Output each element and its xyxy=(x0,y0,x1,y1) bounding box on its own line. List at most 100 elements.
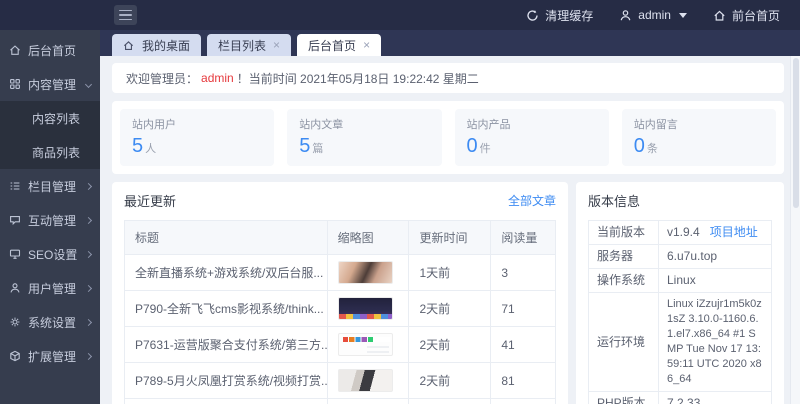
update-time: 2天前 xyxy=(409,363,491,399)
box-icon xyxy=(9,350,21,362)
version-info-table: 当前版本 v1.9.4项目地址 服务器 6.u7u.top 操作系统 Linux… xyxy=(588,220,772,404)
topbar-actions: 清理缓存 admin 前台首页 xyxy=(526,7,800,24)
stat-value: 5 xyxy=(299,135,310,157)
os-value: Linux xyxy=(659,269,772,293)
tab-my-desktop[interactable]: 我的桌面 xyxy=(112,34,201,56)
stat-value: 0 xyxy=(634,135,645,157)
project-url-link[interactable]: 项目地址 xyxy=(710,225,758,239)
stat-value: 5 xyxy=(132,135,143,157)
monitor-icon xyxy=(9,248,21,260)
view-count: 3 xyxy=(491,255,556,291)
sidebar-item-product-list[interactable]: 商品列表 xyxy=(0,135,100,169)
sidebar: 后台首页 内容管理 内容列表 商品列表 栏目管理 互动管理 SEO设置 xyxy=(0,30,100,404)
sidebar-submenu-content: 内容列表 商品列表 xyxy=(0,101,100,169)
tabbar: 我的桌面 栏目列表 × 后台首页 × xyxy=(100,30,800,56)
sidebar-toggle-button[interactable] xyxy=(114,5,137,25)
thumbnail-image xyxy=(338,369,393,392)
stat-card-products: 站内产品 0件 xyxy=(455,109,609,166)
environment-value: Linux iZzujr1m5k0z1sZ 3.10.0-1160.6.1.el… xyxy=(659,293,772,392)
username: admin xyxy=(638,8,671,22)
chevron-right-icon xyxy=(85,216,92,223)
stat-value: 0 xyxy=(467,135,478,157)
view-count: 71 xyxy=(491,291,556,327)
chevron-right-icon xyxy=(85,318,92,325)
tab-column-list[interactable]: 栏目列表 × xyxy=(207,34,291,56)
sidebar-item-seo[interactable]: SEO设置 xyxy=(0,237,100,271)
sidebar-item-users[interactable]: 用户管理 xyxy=(0,271,100,305)
tab-admin-home[interactable]: 后台首页 × xyxy=(297,34,381,56)
thumbnail-image xyxy=(338,297,393,320)
sidebar-item-dashboard[interactable]: 后台首页 xyxy=(0,33,100,67)
chevron-right-icon xyxy=(85,284,92,291)
grid-icon xyxy=(9,78,21,90)
article-title-link[interactable]: P767A-JD京东三网话费直充系统/移... xyxy=(125,399,328,404)
recent-updates-title: 最近更新 xyxy=(124,191,176,210)
sidebar-item-extensions[interactable]: 扩展管理 xyxy=(0,339,100,373)
update-time: 2天前 xyxy=(409,399,491,404)
sidebar-item-content-list[interactable]: 内容列表 xyxy=(0,101,100,135)
table-row: 当前版本 v1.9.4项目地址 xyxy=(589,221,772,245)
user-icon xyxy=(619,9,632,22)
table-row: P767A-JD京东三网话费直充系统/移... 2天前 188 xyxy=(125,399,556,404)
chevron-down-icon xyxy=(85,80,92,87)
table-header-row: 标题 缩略图 更新时间 阅读量 xyxy=(125,221,556,255)
table-row: P789-5月火凤凰打赏系统/视频打赏... 2天前 81 xyxy=(125,363,556,399)
version-value: v1.9.4 xyxy=(667,225,700,239)
update-time: 1天前 xyxy=(409,255,491,291)
version-info-panel: 版本信息 当前版本 v1.9.4项目地址 服务器 6.u7u.top 操作系统 … xyxy=(576,182,784,404)
close-icon[interactable]: × xyxy=(363,39,370,51)
thumbnail-image xyxy=(338,261,393,284)
table-row: 服务器 6.u7u.top xyxy=(589,245,772,269)
all-articles-link[interactable]: 全部文章 xyxy=(508,192,556,209)
user-icon xyxy=(9,282,21,294)
stat-card-articles: 站内文章 5篇 xyxy=(287,109,441,166)
update-time: 2天前 xyxy=(409,327,491,363)
front-home-label: 前台首页 xyxy=(732,7,780,24)
welcome-prefix: 欢迎管理员： xyxy=(126,70,198,87)
front-home-button[interactable]: 前台首页 xyxy=(713,7,780,24)
article-title-link[interactable]: P789-5月火凤凰打赏系统/视频打赏... xyxy=(125,363,328,399)
topbar: 清理缓存 admin 前台首页 xyxy=(0,0,800,30)
close-icon[interactable]: × xyxy=(273,39,280,51)
server-value: 6.u7u.top xyxy=(659,245,772,269)
table-row: P7631-运营版聚合支付系统/第三方... 2天前 41 xyxy=(125,327,556,363)
caret-down-icon xyxy=(679,13,687,18)
table-row: 操作系统 Linux xyxy=(589,269,772,293)
stat-card-users: 站内用户 5人 xyxy=(120,109,274,166)
main-content: 欢迎管理员： admin ！当前时间 2021年05月18日 19:22:42 … xyxy=(100,56,790,404)
article-title-link[interactable]: 全新直播系统+游戏系统/双后台服... xyxy=(125,255,328,291)
view-count: 188 xyxy=(491,399,556,404)
thumbnail-image xyxy=(338,333,393,356)
php-version-value: 7.2.33 xyxy=(659,392,772,404)
article-title-link[interactable]: P7631-运营版聚合支付系统/第三方... xyxy=(125,327,328,363)
page-scrollbar[interactable] xyxy=(790,56,800,404)
recent-updates-panel: 最近更新 全部文章 标题 缩略图 更新时间 阅读量 全新直播系统+游戏系统/双后… xyxy=(112,182,568,404)
stats-panel: 站内用户 5人 站内文章 5篇 站内产品 0件 站内留言 0条 xyxy=(112,101,784,174)
welcome-username-link[interactable]: admin xyxy=(201,71,234,85)
chat-icon xyxy=(9,214,21,226)
stat-card-messages: 站内留言 0条 xyxy=(622,109,776,166)
sidebar-item-system[interactable]: 系统设置 xyxy=(0,305,100,339)
home-icon xyxy=(713,9,726,22)
recent-updates-table: 标题 缩略图 更新时间 阅读量 全新直播系统+游戏系统/双后台服... 1天前 … xyxy=(124,220,556,404)
article-title-link[interactable]: P790-全新飞飞cms影视系统/think... xyxy=(125,291,328,327)
table-row: 全新直播系统+游戏系统/双后台服... 1天前 3 xyxy=(125,255,556,291)
clear-cache-label: 清理缓存 xyxy=(545,7,593,24)
clear-cache-button[interactable]: 清理缓存 xyxy=(526,7,593,24)
scrollbar-thumb[interactable] xyxy=(793,58,799,208)
list-icon xyxy=(9,180,21,192)
sidebar-item-columns[interactable]: 栏目管理 xyxy=(0,169,100,203)
table-row: P790-全新飞飞cms影视系统/think... 2天前 71 xyxy=(125,291,556,327)
table-row: 运行环境 Linux iZzujr1m5k0z1sZ 3.10.0-1160.6… xyxy=(589,293,772,392)
sidebar-item-interaction[interactable]: 互动管理 xyxy=(0,203,100,237)
sidebar-item-content[interactable]: 内容管理 xyxy=(0,67,100,101)
welcome-bar: 欢迎管理员： admin ！当前时间 2021年05月18日 19:22:42 … xyxy=(112,63,784,93)
version-info-title: 版本信息 xyxy=(588,191,640,210)
view-count: 81 xyxy=(491,363,556,399)
user-menu[interactable]: admin xyxy=(619,8,687,22)
gear-icon xyxy=(9,316,21,328)
welcome-time: ！当前时间 2021年05月18日 19:22:42 星期二 xyxy=(237,70,479,87)
chevron-right-icon xyxy=(85,352,92,359)
view-count: 41 xyxy=(491,327,556,363)
chevron-right-icon xyxy=(85,250,92,257)
